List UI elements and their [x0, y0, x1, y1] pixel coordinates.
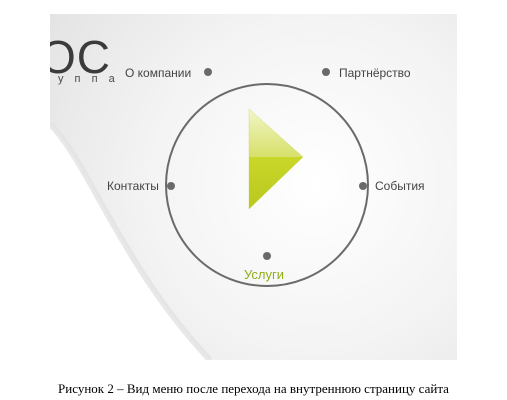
menu-node-events[interactable] — [359, 182, 367, 190]
menu-node-contacts[interactable] — [167, 182, 175, 190]
menu-node-about[interactable] — [204, 68, 212, 76]
figure-caption: Рисунок 2 – Вид меню после перехода на в… — [58, 381, 449, 396]
menu-node-partnership[interactable] — [322, 68, 330, 76]
menu-item-about[interactable]: О компании — [125, 66, 191, 80]
menu-node-services[interactable] — [263, 252, 271, 260]
logo-subtext: у п п а — [58, 73, 119, 85]
menu-item-services[interactable]: Услуги — [244, 267, 284, 282]
menu-item-contacts[interactable]: Контакты — [107, 179, 159, 193]
site-screenshot: ОС у п п а О компании Партнёрство Контак… — [50, 14, 457, 360]
play-triangle-icon[interactable] — [248, 108, 304, 210]
menu-item-partnership[interactable]: Партнёрство — [339, 66, 411, 80]
menu-item-events[interactable]: События — [375, 179, 425, 193]
